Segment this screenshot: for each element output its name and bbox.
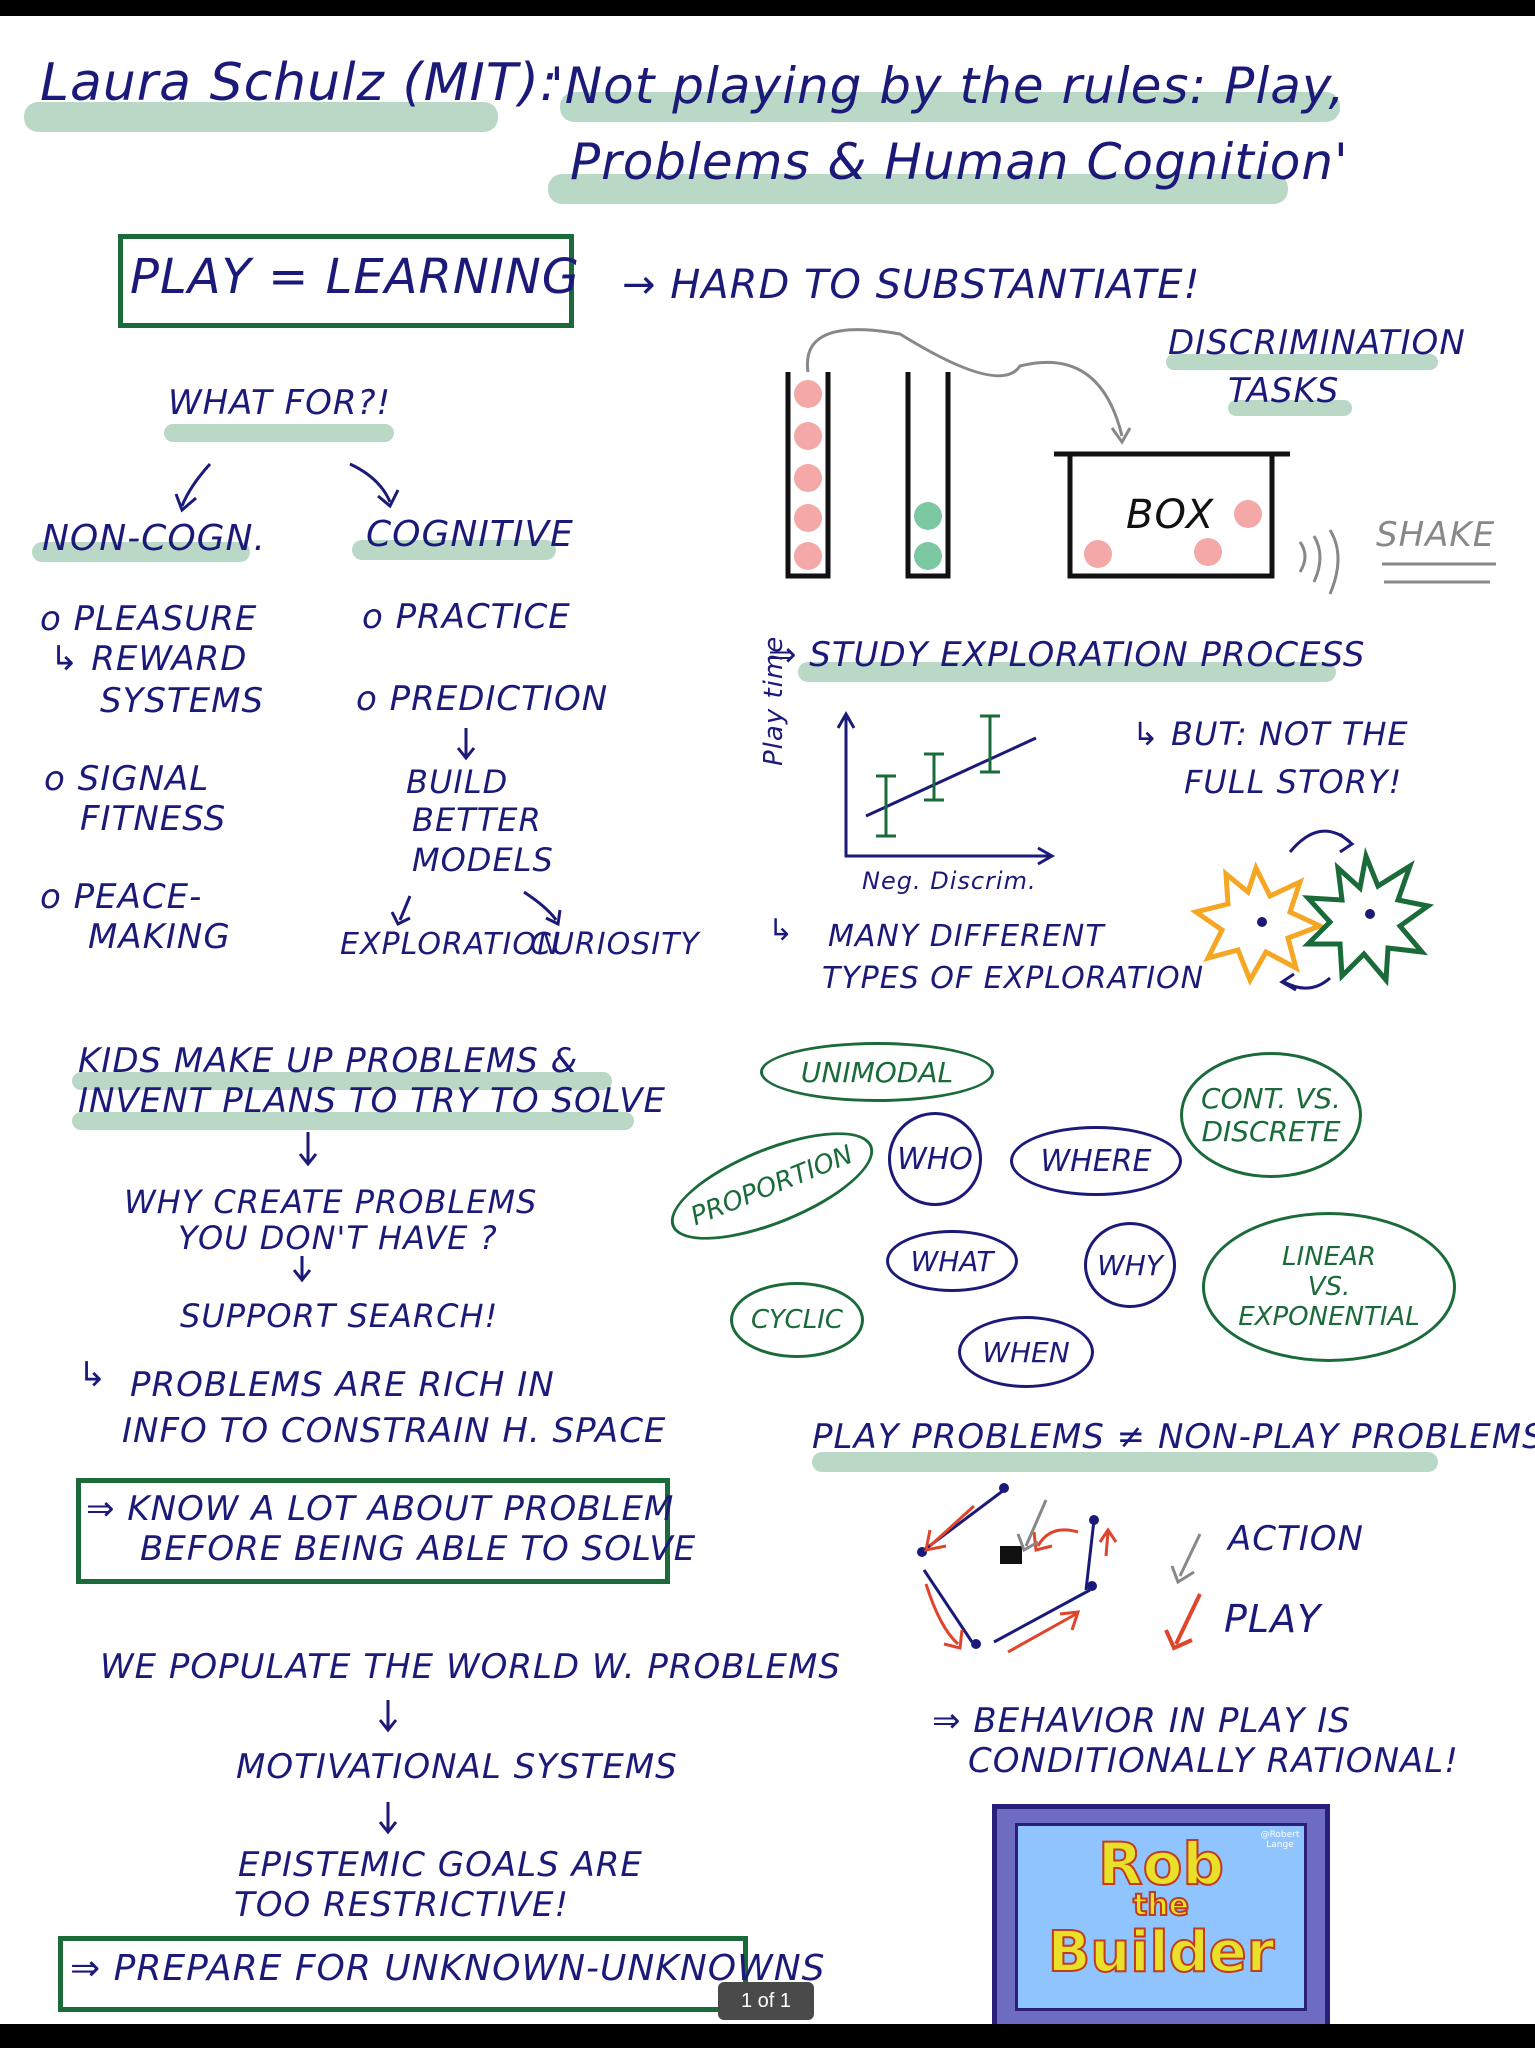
rob-logo-inner: Rob the Builder @Robert Lange <box>1015 1823 1307 2011</box>
play-label: PLAY <box>1224 1597 1322 1641</box>
behavior-line1: ⇒ BEHAVIOR IN PLAY IS <box>932 1701 1351 1741</box>
page-indicator: 1 of 1 <box>718 1982 814 2020</box>
builder-word: Builder <box>1047 1919 1276 1986</box>
action-label: ACTION <box>1228 1519 1364 1559</box>
sketchnote-page: Laura Schulz (MIT): 'Not playing by the … <box>0 16 1535 2024</box>
behavior-line2: CONDITIONALLY RATIONAL! <box>968 1741 1459 1781</box>
rob-credit: @Robert Lange <box>1260 1830 1300 1851</box>
rob-the-builder-logo: Rob the Builder @Robert Lange <box>992 1804 1330 2024</box>
square-marker <box>1000 1546 1022 1564</box>
the-word: the <box>1132 1887 1190 1924</box>
